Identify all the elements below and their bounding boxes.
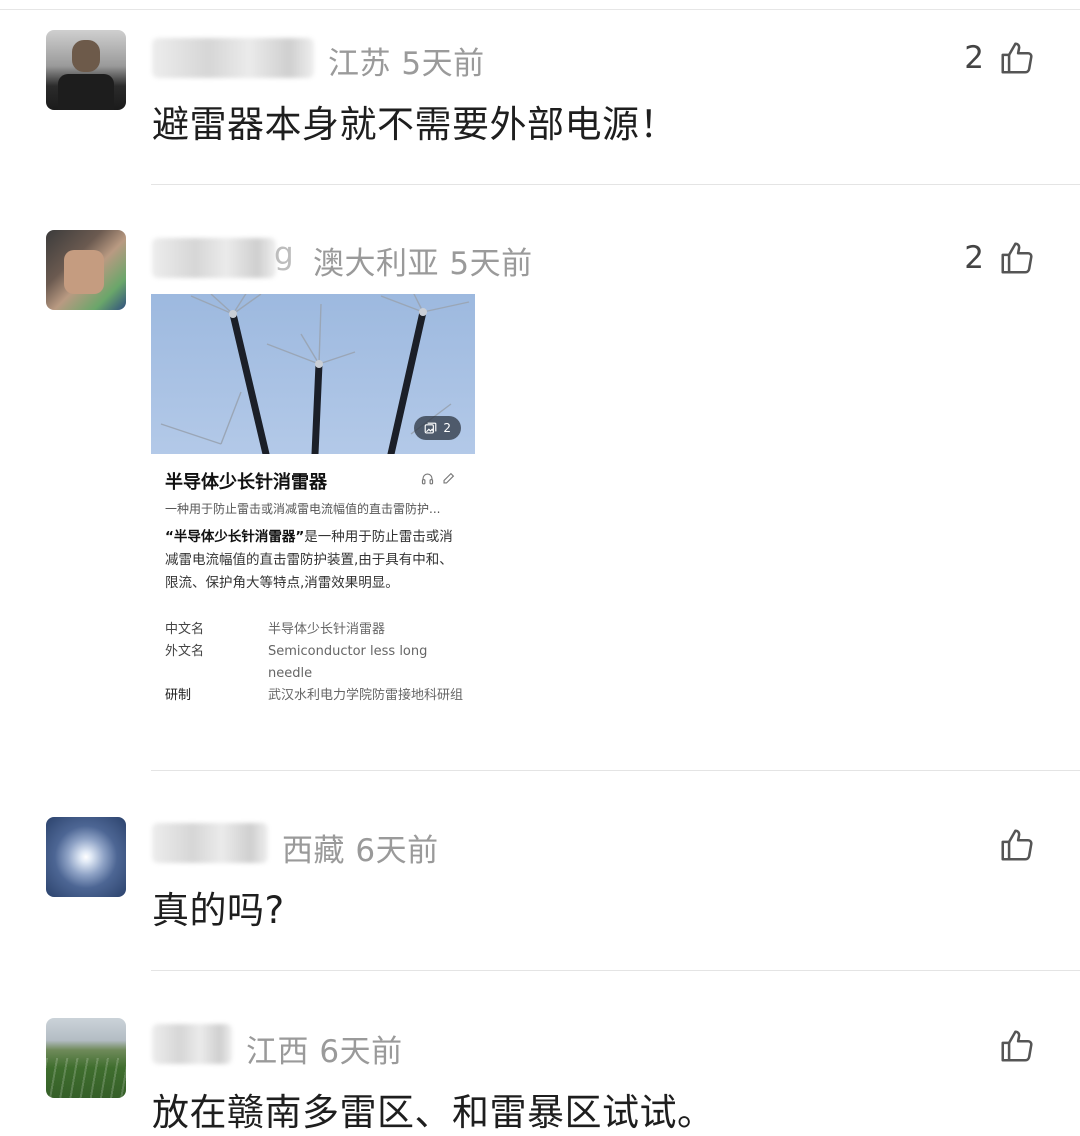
comment-text: 真的吗?: [152, 889, 285, 932]
comment-location: 西藏: [282, 833, 345, 869]
gallery-icon: [425, 422, 437, 434]
avatar[interactable]: [46, 230, 126, 310]
like-button[interactable]: [984, 824, 1036, 866]
avatar[interactable]: [46, 30, 126, 110]
username-blurred[interactable]: [152, 238, 276, 278]
image-count: 2: [443, 421, 451, 435]
card-description: “半导体少长针消雷器”是一种用于防止雷击或消减雷电流幅值的直击雷防护装置,由于具…: [165, 526, 465, 595]
thumbs-up-icon: [1001, 42, 1033, 74]
comment-meta: 江苏 5天前: [328, 38, 485, 83]
info-value: 半导体少长针消雷器: [268, 622, 386, 637]
info-label: 研制: [165, 688, 192, 703]
card-tools: [421, 472, 455, 485]
like-count: 2: [964, 40, 984, 76]
like-button[interactable]: 2: [964, 37, 1036, 79]
like-button[interactable]: [984, 1025, 1036, 1067]
username-tail: g: [274, 236, 295, 272]
comment-text: 放在赣南多雷区、和雷暴区试试。: [152, 1091, 715, 1134]
username-blurred[interactable]: [152, 38, 314, 78]
like-button[interactable]: 2: [964, 237, 1036, 279]
username-blurred[interactable]: [152, 823, 268, 863]
info-value: 武汉水利电力学院防雷接地科研组: [268, 688, 464, 703]
card-subtitle: 一种用于防止雷击或消减雷电流幅值的直击雷防护...: [165, 502, 441, 516]
avatar[interactable]: [46, 817, 126, 897]
top-divider: [0, 9, 1080, 10]
thumbs-up-icon: [1001, 1030, 1033, 1062]
comment-divider: [151, 770, 1080, 771]
info-label: 中文名: [165, 622, 205, 637]
comment-meta: 西藏 6天前: [282, 825, 439, 870]
lightning-rod-photo: 2: [151, 294, 475, 458]
comment-divider: [151, 184, 1080, 185]
comment-time: 5天前: [401, 46, 485, 82]
comment-location: 江西: [246, 1034, 309, 1070]
comment-time: 5天前: [449, 246, 533, 282]
avatar[interactable]: [46, 1018, 126, 1098]
comment-time: 6天前: [355, 833, 439, 869]
thumbs-up-icon: [1001, 242, 1033, 274]
username-blurred[interactable]: [152, 1024, 232, 1064]
pencil-icon[interactable]: [442, 472, 455, 485]
comment-meta: 澳大利亚 5天前: [313, 238, 533, 283]
image-count-badge[interactable]: 2: [414, 416, 461, 440]
card-title: 半导体少长针消雷器: [165, 472, 327, 493]
comment-divider: [151, 970, 1080, 971]
card-description-term: “半导体少长针消雷器”: [165, 529, 305, 545]
comment-location: 澳大利亚: [313, 246, 439, 282]
comment-time: 6天前: [319, 1034, 403, 1070]
like-count: 2: [964, 240, 984, 276]
comment-location: 江苏: [328, 46, 391, 82]
comment-text: 避雷器本身就不需要外部电源！: [152, 103, 677, 146]
info-value: Semiconductor less long needle: [268, 644, 428, 681]
comment-meta: 江西 6天前: [246, 1026, 403, 1071]
info-label: 外文名: [165, 644, 205, 659]
comment-image-card[interactable]: 2 半导体少长针消雷器 一种用于防止雷击或消减雷电流幅值的直击雷防护... “半…: [151, 294, 475, 734]
headphones-icon[interactable]: [421, 472, 434, 485]
thumbs-up-icon: [1001, 829, 1033, 861]
